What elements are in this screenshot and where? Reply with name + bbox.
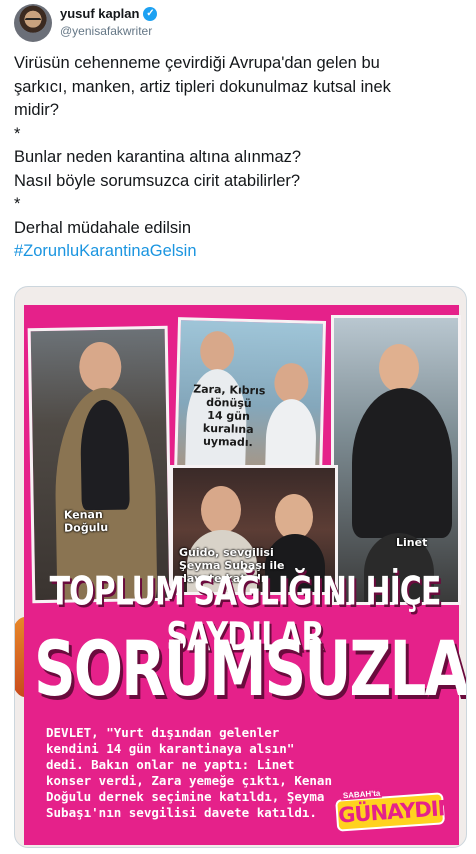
verified-badge-icon: ✓ bbox=[143, 6, 158, 21]
author-display-name[interactable]: yusuf kaplan bbox=[60, 6, 139, 21]
glasses-icon bbox=[25, 18, 41, 22]
tweet-line: midir? bbox=[14, 101, 59, 119]
newspaper-page: Kenan Doğulu Zara, Kıbrıs dönüşü 14 gün … bbox=[24, 305, 467, 845]
photo-linet: Linet bbox=[331, 315, 461, 605]
article-body: DEVLET, "Yurt dışından gelenler kendini … bbox=[46, 725, 332, 820]
caption-kenan: Kenan Doğulu bbox=[63, 507, 109, 535]
tweet-line: Bunlar neden karantina altına alınmaz? bbox=[14, 148, 302, 166]
tweet-line: Virüsün cehenneme çevirdiği Avrupa'dan g… bbox=[14, 54, 380, 72]
person-head bbox=[199, 330, 235, 372]
caption-linet: Linet bbox=[396, 536, 428, 549]
tweet-header: yusuf kaplan ✓ @yenisafakwriter bbox=[14, 4, 454, 44]
tweet-line: Derhal müdahale edilsin bbox=[14, 218, 192, 237]
photo-kenan: Kenan Doğulu bbox=[27, 325, 173, 604]
tweet-line: * bbox=[14, 195, 21, 213]
person-head bbox=[78, 341, 122, 393]
hashtag-link[interactable]: #ZorunluKarantinaGelsin bbox=[14, 242, 197, 260]
person-head bbox=[273, 362, 309, 404]
gunaydin-logo: GÜNAYDIN SABAH'ta bbox=[335, 784, 455, 835]
author-avatar[interactable] bbox=[14, 4, 52, 42]
photo-zara: Zara, Kıbrıs dönüşü 14 gün kuralına uyma… bbox=[173, 317, 327, 479]
caption-zara: Zara, Kıbrıs dönüşü 14 gün kuralına uyma… bbox=[193, 382, 266, 450]
tweet-line: * bbox=[14, 124, 21, 143]
person-head bbox=[379, 344, 419, 392]
tweet-media-image[interactable]: Kenan Doğulu Zara, Kıbrıs dönüşü 14 gün … bbox=[14, 286, 467, 848]
author-name-line: yusuf kaplan ✓ bbox=[60, 6, 158, 21]
person-head bbox=[201, 486, 241, 534]
person-jacket bbox=[352, 388, 452, 538]
tweet-line: Nasıl böyle sorumsuzca cirit atabilirler… bbox=[14, 171, 301, 190]
tweet-body: Virüsün cehenneme çevirdiği Avrupa'dan g… bbox=[14, 52, 462, 264]
author-handle[interactable]: @yenisafakwriter bbox=[60, 24, 152, 38]
headline-main: SORUMSUZLAR bbox=[34, 624, 467, 714]
tweet-line: şarkıcı, manken, artiz tipleri dokunulma… bbox=[14, 77, 391, 96]
